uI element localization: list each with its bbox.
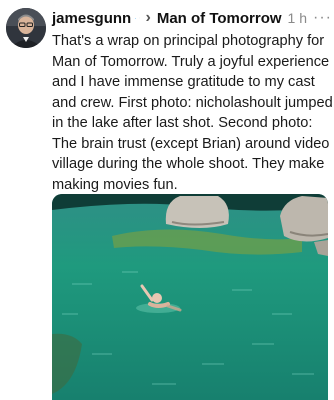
timestamp: 1 h <box>287 10 308 26</box>
post: jamesgunn › Man of Tomorrow 1 h ··· That… <box>0 0 334 400</box>
more-options-icon[interactable]: ··· <box>313 9 332 27</box>
verified-badge-icon <box>135 17 136 19</box>
thread-circle-icon <box>138 17 140 19</box>
lake-photo-image <box>52 194 328 400</box>
avatar[interactable] <box>6 8 46 48</box>
community-name[interactable]: Man of Tomorrow <box>157 10 282 27</box>
avatar-image <box>6 8 46 48</box>
post-text: That's a wrap on principal photography f… <box>52 33 333 193</box>
post-photo[interactable] <box>52 194 328 400</box>
chevron-right-icon: › <box>145 9 151 26</box>
post-header: jamesgunn › Man of Tomorrow 1 h ··· <box>52 8 332 28</box>
username[interactable]: jamesgunn <box>52 10 131 27</box>
